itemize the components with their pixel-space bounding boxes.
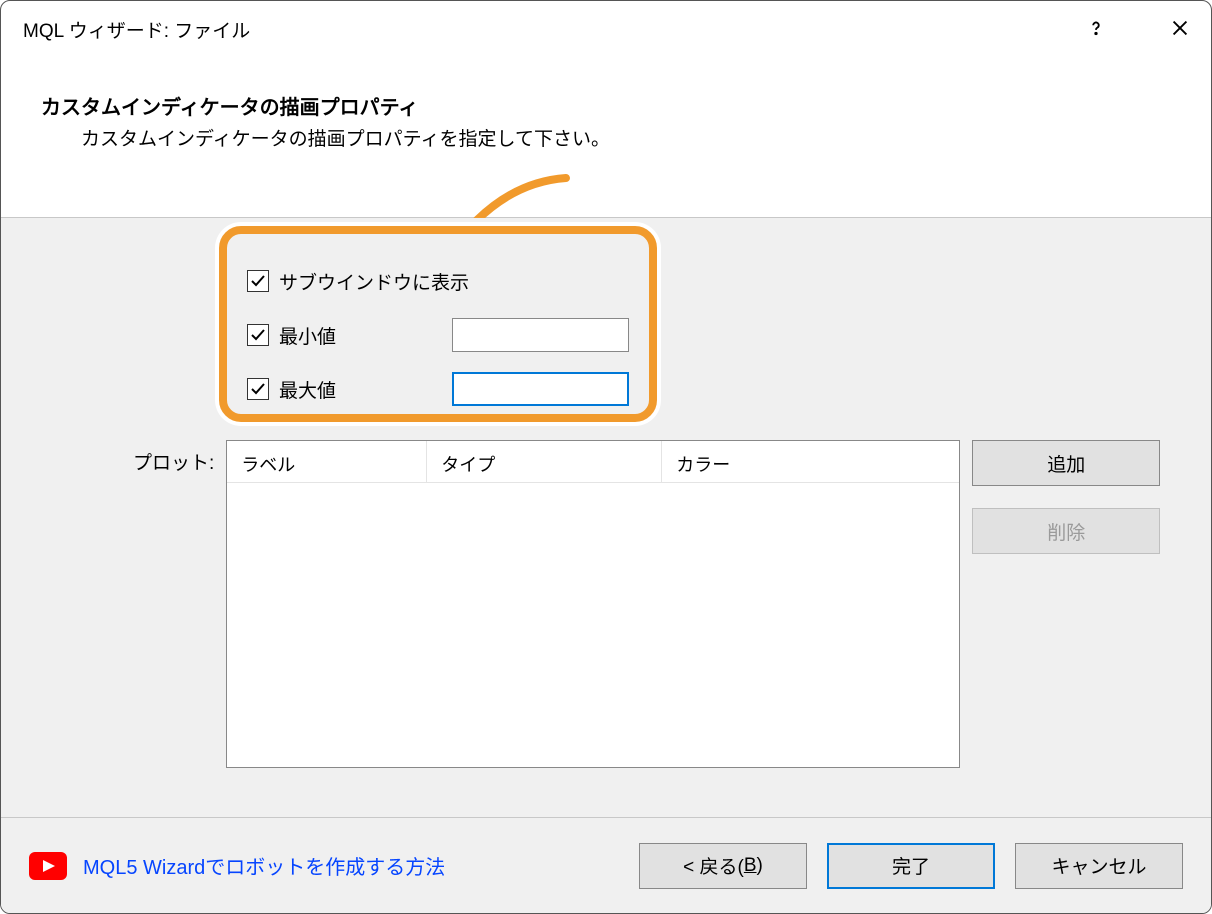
delete-button: 削除 bbox=[972, 508, 1160, 554]
subwindow-row: サブウインドウに表示 bbox=[247, 254, 629, 308]
min-row: 最小値 bbox=[247, 308, 629, 362]
footer: MQL5 Wizardでロボットを作成する方法 < 戻る(B) 完了 キャンセル bbox=[1, 817, 1211, 913]
titlebar-controls bbox=[1085, 17, 1191, 43]
back-key: B bbox=[744, 855, 757, 877]
min-input[interactable] bbox=[452, 318, 629, 352]
finish-button[interactable]: 完了 bbox=[827, 843, 995, 889]
tutorial-link[interactable]: MQL5 Wizardでロボットを作成する方法 bbox=[83, 851, 445, 880]
back-suffix: ) bbox=[757, 855, 763, 877]
min-label: 最小値 bbox=[279, 322, 336, 349]
close-icon[interactable] bbox=[1169, 17, 1191, 43]
plot-col-type[interactable]: タイプ bbox=[427, 441, 662, 482]
max-label: 最大値 bbox=[279, 376, 336, 403]
subwindow-label: サブウインドウに表示 bbox=[279, 268, 469, 295]
footer-buttons: < 戻る(B) 完了 キャンセル bbox=[639, 843, 1183, 889]
youtube-icon[interactable] bbox=[29, 852, 67, 880]
help-icon[interactable] bbox=[1085, 17, 1107, 43]
titlebar: MQL ウィザード: ファイル bbox=[1, 1, 1211, 57]
plot-table[interactable]: ラベル タイプ カラー bbox=[226, 440, 960, 768]
plot-side-buttons: 追加 削除 bbox=[972, 440, 1160, 768]
back-button[interactable]: < 戻る(B) bbox=[639, 843, 807, 889]
back-prefix: < 戻る( bbox=[683, 852, 744, 879]
plot-table-header: ラベル タイプ カラー bbox=[227, 441, 959, 483]
highlighted-options-box: サブウインドウに表示 最小値 最大値 bbox=[219, 226, 657, 422]
add-button[interactable]: 追加 bbox=[972, 440, 1160, 486]
plot-col-label[interactable]: ラベル bbox=[227, 441, 427, 482]
header-area: カスタムインディケータの描画プロパティ カスタムインディケータの描画プロパティを… bbox=[1, 57, 1211, 217]
min-checkbox[interactable] bbox=[247, 324, 269, 346]
subwindow-checkbox[interactable] bbox=[247, 270, 269, 292]
cancel-button[interactable]: キャンセル bbox=[1015, 843, 1183, 889]
page-description: カスタムインディケータの描画プロパティを指定して下さい。 bbox=[81, 124, 1171, 151]
plot-col-color[interactable]: カラー bbox=[662, 441, 959, 482]
plot-label: プロット: bbox=[133, 440, 214, 768]
max-row: 最大値 bbox=[247, 362, 629, 416]
max-checkbox[interactable] bbox=[247, 378, 269, 400]
dialog-window: MQL ウィザード: ファイル カスタムインディケータの描画プロパティ カスタム… bbox=[0, 0, 1212, 914]
plot-section: プロット: ラベル タイプ カラー 追加 削除 bbox=[133, 440, 1160, 768]
content-area: サブウインドウに表示 最小値 最大値 プロット: ラベル bbox=[1, 218, 1211, 817]
page-title: カスタムインディケータの描画プロパティ bbox=[41, 91, 1171, 120]
max-input[interactable] bbox=[452, 372, 629, 406]
window-title: MQL ウィザード: ファイル bbox=[23, 16, 250, 43]
